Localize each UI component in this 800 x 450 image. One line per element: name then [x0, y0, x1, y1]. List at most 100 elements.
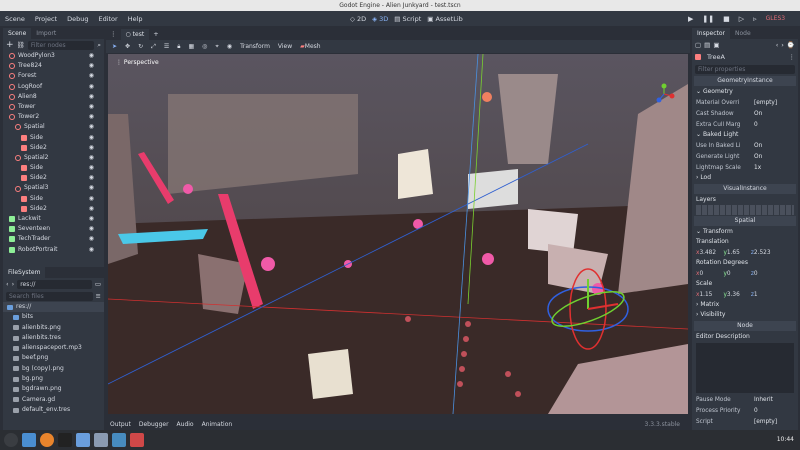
tree-node[interactable]: Seventeen ◉ — [3, 224, 104, 234]
tree-node[interactable]: WoodPylon3 ◉ — [3, 51, 104, 61]
tree-node[interactable]: Side ◉ — [3, 133, 104, 143]
local-space-icon[interactable]: ◎ — [202, 43, 207, 50]
scene-list-icon[interactable]: ⋮ — [106, 30, 121, 38]
property-value[interactable]: [empty] — [754, 419, 794, 425]
visibility-icon[interactable]: ◉ — [89, 92, 94, 102]
visibility-icon[interactable]: ◉ — [89, 122, 94, 132]
object-menu-icon[interactable]: ⋮ — [789, 53, 796, 61]
tree-node[interactable]: RobotPortrait ◉ — [3, 245, 104, 255]
group-visibility[interactable]: › Visibility — [692, 310, 798, 320]
tree-node[interactable]: Forest ◉ — [3, 71, 104, 81]
back-icon[interactable]: ‹ — [6, 280, 9, 288]
tree-node[interactable]: Spatial ◉ — [3, 122, 104, 132]
visibility-icon[interactable]: ◉ — [89, 224, 94, 234]
firefox-icon[interactable] — [40, 433, 54, 447]
tree-node[interactable]: Side ◉ — [3, 163, 104, 173]
tab-debugger[interactable]: Debugger — [139, 421, 169, 428]
property-value[interactable]: On — [754, 111, 794, 117]
tree-node[interactable]: Side2 ◉ — [3, 173, 104, 183]
play-custom-icon[interactable]: ▹ — [753, 15, 757, 23]
property-value[interactable]: Inherit — [754, 397, 794, 403]
start-menu-icon[interactable] — [4, 433, 18, 447]
search-files-input[interactable]: Search files — [6, 291, 93, 301]
file-item[interactable]: beef.png — [3, 353, 104, 363]
tree-node[interactable]: Spatial2 ◉ — [3, 153, 104, 163]
tab-animation[interactable]: Animation — [202, 421, 233, 428]
file-item[interactable]: alienbits.png — [3, 323, 104, 333]
file-item[interactable]: alienspaceport.mp3 — [3, 343, 104, 353]
scale-z[interactable]: 1 — [754, 292, 778, 298]
tab-audio[interactable]: Audio — [177, 421, 194, 428]
visibility-icon[interactable]: ◉ — [89, 82, 94, 92]
visibility-icon[interactable]: ◉ — [89, 204, 94, 214]
new-tab-icon[interactable]: + — [149, 30, 162, 38]
3d-viewport[interactable]: ⋮ Perspective — [108, 54, 688, 414]
file-item[interactable]: alienbits.tres — [3, 333, 104, 343]
visibility-icon[interactable]: ◉ — [89, 61, 94, 71]
link-icon[interactable]: ⛓ — [17, 41, 25, 49]
scale-x[interactable]: 1.15 — [699, 292, 723, 298]
file-item[interactable]: bg.png — [3, 374, 104, 384]
rotate-tool-icon[interactable]: ↻ — [138, 43, 143, 50]
tree-node[interactable]: Side ◉ — [3, 194, 104, 204]
visibility-icon[interactable]: ◉ — [89, 245, 94, 255]
file-item[interactable]: default_env.tres — [3, 405, 104, 415]
tree-node[interactable]: TechTrader ◉ — [3, 234, 104, 244]
rotation-x[interactable]: 0 — [699, 271, 723, 277]
load-resource-icon[interactable]: ▤ — [704, 41, 710, 49]
tab-node[interactable]: Node — [730, 28, 756, 39]
text-editor-icon[interactable] — [94, 433, 108, 447]
history-forward-icon[interactable]: › — [781, 41, 784, 49]
file-item[interactable]: bgdrawn.png — [3, 384, 104, 394]
show-desktop-icon[interactable] — [22, 433, 36, 447]
filter-nodes-input[interactable]: Filter nodes — [27, 40, 95, 50]
scale-tool-icon[interactable]: ⤢ — [151, 43, 156, 51]
group-lod[interactable]: › Lod — [692, 173, 798, 183]
editor-description-field[interactable] — [696, 343, 794, 393]
visibility-icon[interactable]: ◉ — [89, 112, 94, 122]
tab-import[interactable]: Import — [31, 28, 61, 39]
tab-scene[interactable]: Scene — [3, 28, 32, 39]
tree-node[interactable]: Tower ◉ — [3, 102, 104, 112]
forward-icon[interactable]: › — [12, 280, 15, 288]
group-transform[interactable]: ⌄ Transform — [692, 227, 798, 237]
play-icon[interactable]: ▶ — [688, 15, 693, 23]
property-value[interactable]: 0 — [754, 122, 794, 128]
tree-node[interactable]: Tower2 ◉ — [3, 112, 104, 122]
mode-assetlib-button[interactable]: ▣ AssetLib — [427, 15, 462, 23]
tree-node[interactable]: Lackwit ◉ — [3, 214, 104, 224]
visibility-icon[interactable]: ◉ — [89, 214, 94, 224]
visibility-icon[interactable]: ◉ — [89, 51, 94, 61]
visibility-icon[interactable]: ◉ — [89, 194, 94, 204]
list-select-icon[interactable]: ☰ — [164, 43, 169, 50]
file-item[interactable]: Camera.gd — [3, 395, 104, 405]
files-icon[interactable] — [76, 433, 90, 447]
mode-script-button[interactable]: ▤ Script — [394, 15, 421, 23]
menu-debug[interactable]: Debug — [62, 15, 93, 23]
menu-editor[interactable]: Editor — [93, 15, 122, 23]
group-geometry[interactable]: ⌄ Geometry — [692, 87, 798, 97]
visibility-icon[interactable]: ◉ — [89, 153, 94, 163]
visibility-icon[interactable]: ◉ — [89, 173, 94, 183]
tab-test[interactable]: ○ test — [120, 28, 150, 40]
split-view-icon[interactable]: ▭ — [95, 280, 101, 288]
property-value[interactable]: 1x — [754, 165, 794, 171]
history-back-icon[interactable]: ‹ — [776, 41, 779, 49]
translation-z[interactable]: 2.523 — [754, 250, 778, 256]
save-resource-icon[interactable]: ▣ — [713, 41, 719, 49]
pause-icon[interactable]: ❚❚ — [702, 15, 714, 23]
property-value[interactable]: On — [754, 143, 794, 149]
new-resource-icon[interactable]: ▢ — [695, 41, 701, 49]
tree-node[interactable]: Tree824 ◉ — [3, 61, 104, 71]
file-item[interactable]: bg (copy).png — [3, 364, 104, 374]
menu-project[interactable]: Project — [30, 15, 62, 23]
group-matrix[interactable]: › Matrix — [692, 300, 798, 310]
camera-icon[interactable]: ◉ — [227, 43, 232, 50]
file-item[interactable]: bits — [3, 312, 104, 322]
tab-filesystem[interactable]: FileSystem — [3, 267, 46, 278]
rotation-y[interactable]: 0 — [727, 271, 751, 277]
property-value[interactable]: On — [754, 154, 794, 160]
filter-properties-input[interactable]: Filter properties — [695, 64, 795, 74]
visibility-icon[interactable]: ◉ — [89, 163, 94, 173]
stop-icon[interactable]: ■ — [723, 15, 730, 23]
